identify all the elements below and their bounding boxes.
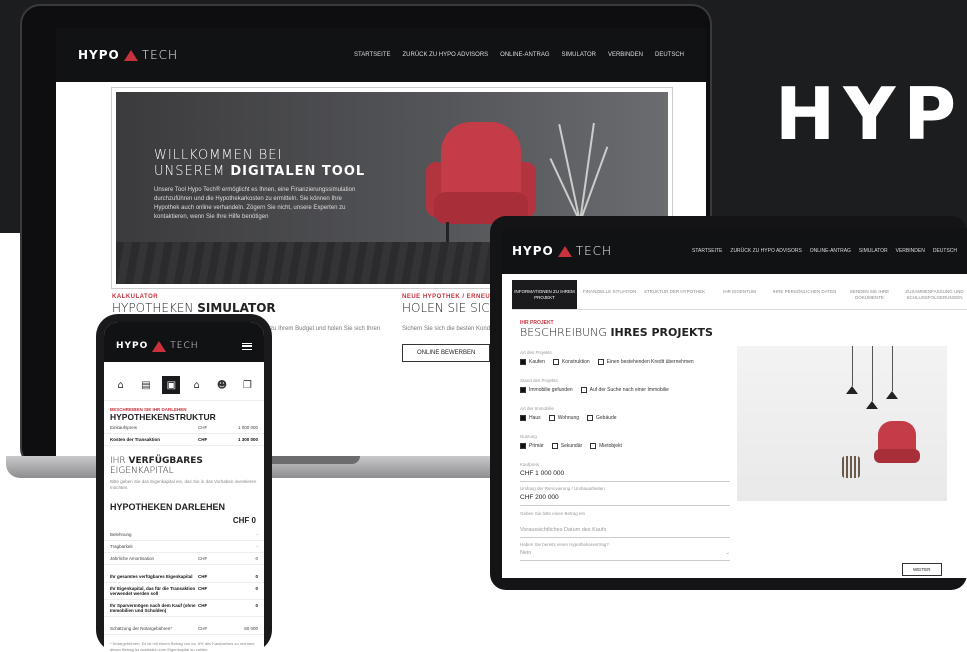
- equity-heading: IHR VERFÜGBARES EIGENKAPITAL: [110, 456, 203, 476]
- loans-heading: HYPOTHEKEN DARLEHEN: [110, 502, 226, 512]
- checkbox-sekundaer[interactable]: Sekundär: [551, 443, 582, 449]
- equity-input-row[interactable]: Ihr gesamtes verfügbares Eigenkapital CHF…: [104, 571, 264, 583]
- step-property[interactable]: IHR EIGENTUM: [707, 280, 772, 309]
- card-title: HYPOTHEKEN SIMULATOR: [112, 301, 276, 315]
- phone-screen: HYPO TECH ⌂ ▤ ▣ ⌂ ☻ ❐ BESCHREIBEN SIE IH…: [104, 322, 264, 652]
- hero-title-line1: WILLKOMMEN BEI: [154, 148, 283, 163]
- menu-simulator[interactable]: SIMULATOR: [562, 52, 596, 58]
- step-personal-data[interactable]: IHRE PERSÖNLICHEN DATEN: [772, 280, 837, 309]
- logo-hypo: HYPO: [116, 341, 149, 351]
- menu-verbinden[interactable]: VERBINDEN: [608, 52, 643, 58]
- project-status-group: Stand des Projekts Immobilie gefunden Au…: [520, 378, 669, 393]
- hamburger-menu-icon[interactable]: [242, 342, 252, 350]
- renovation-hint: Geben Sie bitte einen Betrag ein: [520, 511, 586, 516]
- menu-online-antrag[interactable]: ONLINE-ANTRAG: [500, 52, 549, 58]
- equity-input-row[interactable]: Ihr Sparvermögen nach dem Kauf (ohne Imm…: [104, 600, 264, 617]
- mortgage-contract-select[interactable]: Haben Sie bereits einen Hypothekarvertra…: [520, 542, 730, 561]
- checkbox-haus[interactable]: Haus: [520, 415, 541, 421]
- hero-text: Unsere Tool Hypo Tech® ermöglicht es Ihn…: [154, 187, 356, 220]
- loan-total: CHF 0: [232, 516, 256, 525]
- footnote: * Notargebühren: Es ist mit einem Betrag…: [110, 641, 256, 652]
- table-row: Jährliche Amortisation CHF 0: [104, 553, 264, 565]
- checkbox-kredit[interactable]: Einen bestehenden Kredit übernehmen: [597, 359, 694, 365]
- checkbox-suche[interactable]: Auf der Suche nach einer Immobilie: [580, 387, 669, 393]
- logo-tech: TECH: [141, 48, 179, 62]
- menu-zurueck[interactable]: ZURÜCK ZU HYPO ADVISORS: [402, 52, 488, 58]
- table-row: Schätzung der Notargebühren* CHF 60 000: [104, 623, 264, 635]
- tablet-frame: HYPO TECH STARTSEITE ZURÜCK ZU HYPO ADVI…: [490, 216, 967, 590]
- checkbox-primaer[interactable]: Primär: [520, 443, 544, 449]
- logo-hypo: HYPO: [512, 244, 554, 258]
- purchase-price-field[interactable]: Kaufpreis CHF 1 000 000: [520, 462, 730, 482]
- laptop-menu: STARTSEITE ZURÜCK ZU HYPO ADVISORS ONLIN…: [354, 52, 684, 58]
- step-financial-situation[interactable]: FINANZIELLE SITUATION: [577, 280, 642, 309]
- menu-online-antrag[interactable]: ONLINE-ANTRAG: [810, 248, 851, 254]
- page-title: BESCHREIBUNG IHRES PROJEKTS: [520, 326, 713, 339]
- tablet-screen: HYPO TECH STARTSEITE ZURÜCK ZU HYPO ADVI…: [502, 228, 967, 578]
- step-tabs: INFORMATIONEN ZU IHREM PROJEKT FINANZIEL…: [512, 280, 967, 310]
- logo-triangle-icon: [123, 49, 138, 61]
- online-apply-button[interactable]: ONLINE BEWERBEN: [402, 344, 491, 362]
- section-title: HYPOTHEKENSTRUKTUR: [110, 412, 216, 422]
- step-project-info[interactable]: INFORMATIONEN ZU IHREM PROJEKT: [512, 280, 577, 309]
- step-mortgage-structure[interactable]: STRUKTUR DER HYPOTHEK: [642, 280, 707, 309]
- logo-triangle-icon: [152, 340, 167, 352]
- card-kicker: KALKULATOR: [112, 294, 159, 300]
- checkbox-wohnung[interactable]: Wohnung: [548, 415, 579, 421]
- chevron-down-icon: ⌄: [725, 550, 730, 556]
- checkbox-gebaeude[interactable]: Gebäude: [587, 415, 617, 421]
- logo[interactable]: HYPO TECH: [78, 48, 178, 62]
- checkbox-konstruktion[interactable]: Konstruktion: [552, 359, 590, 365]
- table-row: Belehnung -: [104, 529, 264, 541]
- menu-simulator[interactable]: SIMULATOR: [859, 248, 888, 254]
- project-step-icon[interactable]: ⌂: [112, 376, 130, 394]
- menu-zurueck[interactable]: ZURÜCK ZU HYPO ADVISORS: [730, 248, 801, 254]
- logo[interactable]: HYPO TECH: [512, 244, 612, 258]
- logo-tech: TECH: [170, 341, 199, 351]
- step-documents[interactable]: SENDEN SIE IHRE DOKUMENTE: [837, 280, 902, 309]
- section-kicker: BESCHREIBEN SIE IHR DARLEHEN: [110, 407, 187, 412]
- phone-frame: HYPO TECH ⌂ ▤ ▣ ⌂ ☻ ❐ BESCHREIBEN SIE IH…: [96, 314, 272, 652]
- renovation-field[interactable]: Umfang der Renovierung / Umbauarbeiten C…: [520, 486, 730, 506]
- person-step-icon[interactable]: ☻: [213, 376, 231, 394]
- menu-startseite[interactable]: STARTSEITE: [692, 248, 722, 254]
- purchase-date-field[interactable]: Voraussichtliches Datum des Kaufs: [520, 524, 730, 538]
- table-row: Einkaufspreis CHF 1 000 000: [104, 422, 264, 434]
- brand-watermark: HYPO: [775, 72, 967, 156]
- logo-tech: TECH: [575, 244, 613, 258]
- laptop-navbar: HYPO TECH STARTSEITE ZURÜCK ZU HYPO ADVI…: [56, 28, 706, 82]
- step-summary[interactable]: ZUSAMMENFASSUNG UND SCHLUSSFOLGERUNGEN: [902, 280, 967, 309]
- menu-language[interactable]: DEUTSCH: [655, 52, 684, 58]
- logo-hypo: HYPO: [78, 48, 120, 62]
- checkbox-gefunden[interactable]: Immobilie gefunden: [520, 387, 573, 393]
- phone-navbar: HYPO TECH: [104, 322, 264, 362]
- menu-startseite[interactable]: STARTSEITE: [354, 52, 390, 58]
- document-step-icon[interactable]: ▤: [137, 376, 155, 394]
- checkbox-kaufen[interactable]: Kaufen: [520, 359, 545, 365]
- interior-image: [737, 346, 947, 501]
- logo[interactable]: HYPO TECH: [116, 340, 199, 352]
- tablet-menu: STARTSEITE ZURÜCK ZU HYPO ADVISORS ONLIN…: [692, 248, 957, 254]
- property-type-group: Art der Immobilie Haus Wohnung Gebäude: [520, 406, 617, 421]
- table-row: Kosten der Transaktion CHF 1 300 000: [104, 434, 264, 446]
- hero-title-line2: UNSEREM DIGITALEN TOOL: [154, 164, 366, 179]
- menu-verbinden[interactable]: VERBINDEN: [896, 248, 925, 254]
- tablet-navbar: HYPO TECH STARTSEITE ZURÜCK ZU HYPO ADVI…: [502, 228, 967, 274]
- marketing-mockup: HYPO HYPO TECH STARTSEITE ZURÜCK ZU HYPO…: [0, 0, 967, 652]
- house-step-icon[interactable]: ⌂: [188, 376, 206, 394]
- checkbox-mietobjekt[interactable]: Mietobjekt: [590, 443, 622, 449]
- phone-step-tabs: ⌂ ▤ ▣ ⌂ ☻ ❐: [104, 370, 264, 401]
- project-type-group: Art des Projekts Kaufen Konstruktion Ein…: [520, 350, 694, 365]
- usage-group: Nutzung Primär Sekundär Mietobjekt: [520, 434, 622, 449]
- equity-input-row[interactable]: Ihr Eigenkapital, das für die Transaktio…: [104, 583, 264, 600]
- mortgage-step-icon[interactable]: ▣: [162, 376, 181, 394]
- files-step-icon[interactable]: ❐: [238, 376, 256, 394]
- next-button[interactable]: WEITER: [902, 563, 942, 576]
- menu-language[interactable]: DEUTSCH: [933, 248, 957, 254]
- logo-triangle-icon: [557, 245, 572, 257]
- table-row: Tragbarkeit -: [104, 541, 264, 553]
- plant-image: [549, 112, 614, 223]
- equity-text: Bitte geben Sie das Eigenkapital ein, da…: [110, 479, 257, 490]
